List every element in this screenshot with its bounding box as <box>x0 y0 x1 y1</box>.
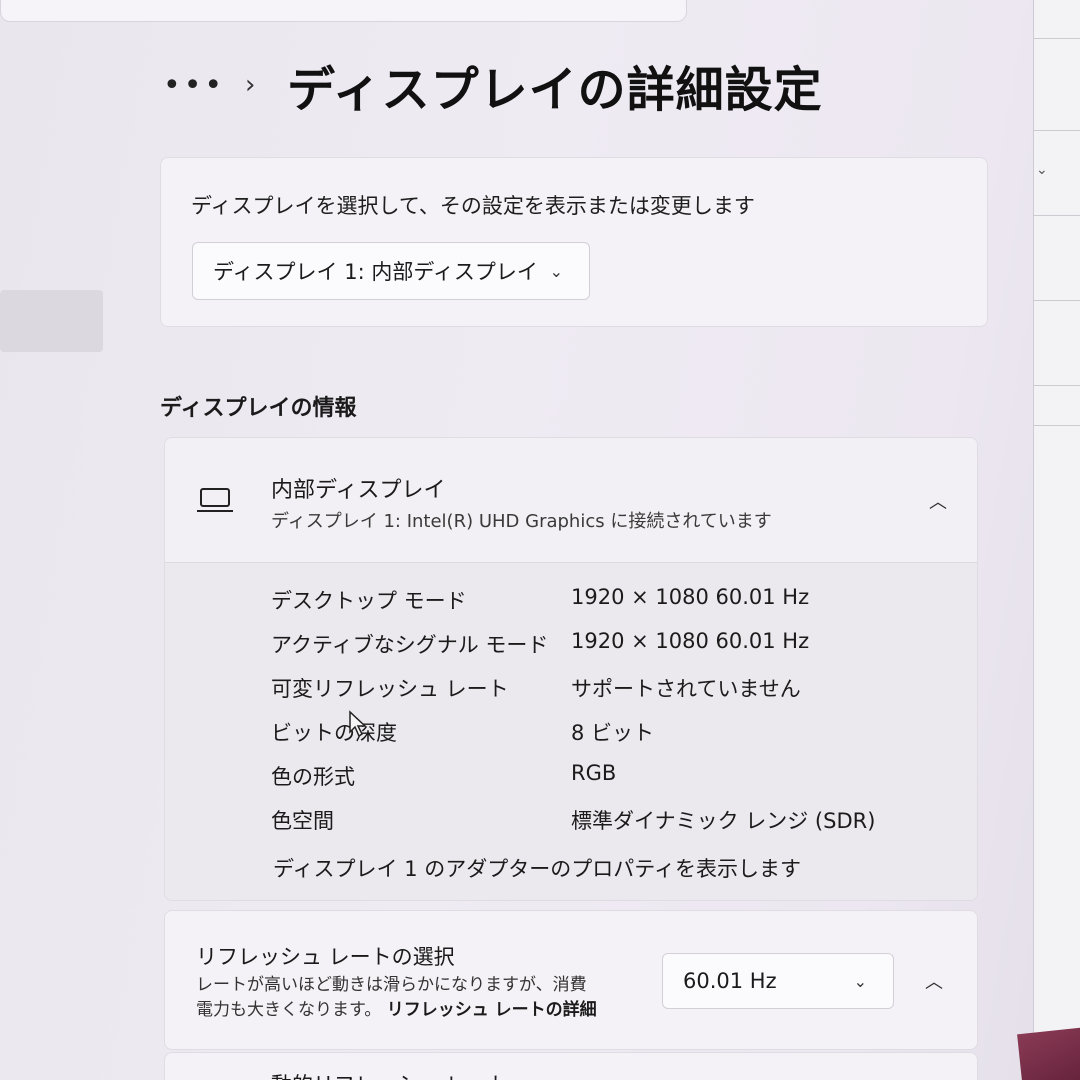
info-row: 色の形式 RGB <box>271 761 951 801</box>
info-row-key: 色空間 <box>271 809 334 833</box>
info-row: デスクトップ モード 1920 × 1080 60.01 Hz <box>271 585 951 625</box>
info-row-value: サポートされていません <box>571 677 801 701</box>
divider <box>1034 130 1080 131</box>
mouse-cursor-icon <box>349 710 367 738</box>
display-dropdown-value: ディスプレイ 1: 内部ディスプレイ <box>213 260 538 284</box>
info-row-value: 標準ダイナミック レンジ (SDR) <box>571 809 876 833</box>
info-row: アクティブなシグナル モード 1920 × 1080 60.01 Hz <box>271 629 951 669</box>
refresh-rate-card: リフレッシュ レートの選択 レートが高いほど動きは滑らかになりますが、消費 電力… <box>164 910 978 1050</box>
info-row-value: 1920 × 1080 60.01 Hz <box>571 585 810 609</box>
display-info-subtitle: ディスプレイ 1: Intel(R) UHD Graphics に接続されていま… <box>271 511 772 532</box>
dynamic-refresh-card[interactable]: 動的リフレッシュ レート <box>164 1052 978 1080</box>
display-info-header[interactable]: 内部ディスプレイ ディスプレイ 1: Intel(R) UHD Graphics… <box>165 438 977 563</box>
refresh-desc-line1: レートが高いほど動きは滑らかになりますが、消費 <box>196 975 587 995</box>
dynamic-refresh-title: 動的リフレッシュ レート <box>271 1069 509 1080</box>
chevron-down-icon: ⌄ <box>853 971 867 991</box>
section-heading: ディスプレイの情報 <box>160 396 357 421</box>
laptop-icon <box>197 488 233 512</box>
display-info-card: 内部ディスプレイ ディスプレイ 1: Intel(R) UHD Graphics… <box>164 437 978 901</box>
display-select-description: ディスプレイを選択して、その設定を表示または変更します <box>191 194 755 218</box>
divider <box>1034 300 1080 301</box>
background-object <box>1017 1025 1080 1080</box>
info-row-value: RGB <box>571 761 617 785</box>
page-title: ディスプレイの詳細設定 <box>287 62 823 118</box>
refresh-rate-title: リフレッシュ レートの選択 <box>196 945 455 969</box>
adapter-properties-link[interactable]: ディスプレイ 1 のアダプターのプロパティを表示します <box>273 853 801 883</box>
refresh-rate-value: 60.01 Hz <box>683 969 777 993</box>
chevron-up-icon[interactable]: ︿ <box>929 488 947 514</box>
divider <box>1034 215 1080 216</box>
info-row-key: ビットの深度 <box>271 721 397 745</box>
info-row-key: 可変リフレッシュ レート <box>271 677 509 701</box>
refresh-rate-details-link[interactable]: リフレッシュ レートの詳細 <box>387 1000 597 1020</box>
info-row: ビットの深度 8 ビット <box>271 717 951 757</box>
info-row: 可変リフレッシュ レート サポートされていません <box>271 673 951 713</box>
breadcrumb: ••• › ディスプレイの詳細設定 <box>163 55 823 118</box>
search-box[interactable] <box>0 0 687 22</box>
divider <box>1034 38 1080 39</box>
info-row-key: デスクトップ モード <box>271 589 467 613</box>
display-info-title: 内部ディスプレイ <box>271 478 446 503</box>
info-row: 色空間 標準ダイナミック レンジ (SDR) <box>271 805 951 845</box>
display-select-card: ディスプレイを選択して、その設定を表示または変更します ディスプレイ 1: 内部… <box>160 157 988 327</box>
refresh-rate-dropdown[interactable]: 60.01 Hz ⌄ <box>662 953 894 1009</box>
chevron-up-icon[interactable]: ︿ <box>925 968 943 994</box>
info-row-key: 色の形式 <box>271 765 355 789</box>
info-row-value: 8 ビット <box>571 721 655 745</box>
info-row-key: アクティブなシグナル モード <box>271 633 549 657</box>
divider <box>1034 425 1080 426</box>
display-info-body: デスクトップ モード 1920 × 1080 60.01 Hz アクティブなシグ… <box>165 563 977 900</box>
display-dropdown[interactable]: ディスプレイ 1: 内部ディスプレイ ⌄ <box>192 242 590 300</box>
info-row-value: 1920 × 1080 60.01 Hz <box>571 629 810 653</box>
divider <box>1034 385 1080 386</box>
refresh-rate-description: レートが高いほど動きは滑らかになりますが、消費 電力も大きくなります。 リフレッ… <box>196 973 636 1023</box>
chevron-down-icon: ⌄ <box>549 261 563 281</box>
chevron-down-icon: ⌄ <box>1036 162 1048 178</box>
nav-selected-item[interactable] <box>0 290 103 352</box>
more-icon[interactable]: ••• <box>163 68 223 103</box>
chevron-right-icon: › <box>245 70 256 100</box>
refresh-desc-line2: 電力も大きくなります。 <box>196 1000 382 1020</box>
